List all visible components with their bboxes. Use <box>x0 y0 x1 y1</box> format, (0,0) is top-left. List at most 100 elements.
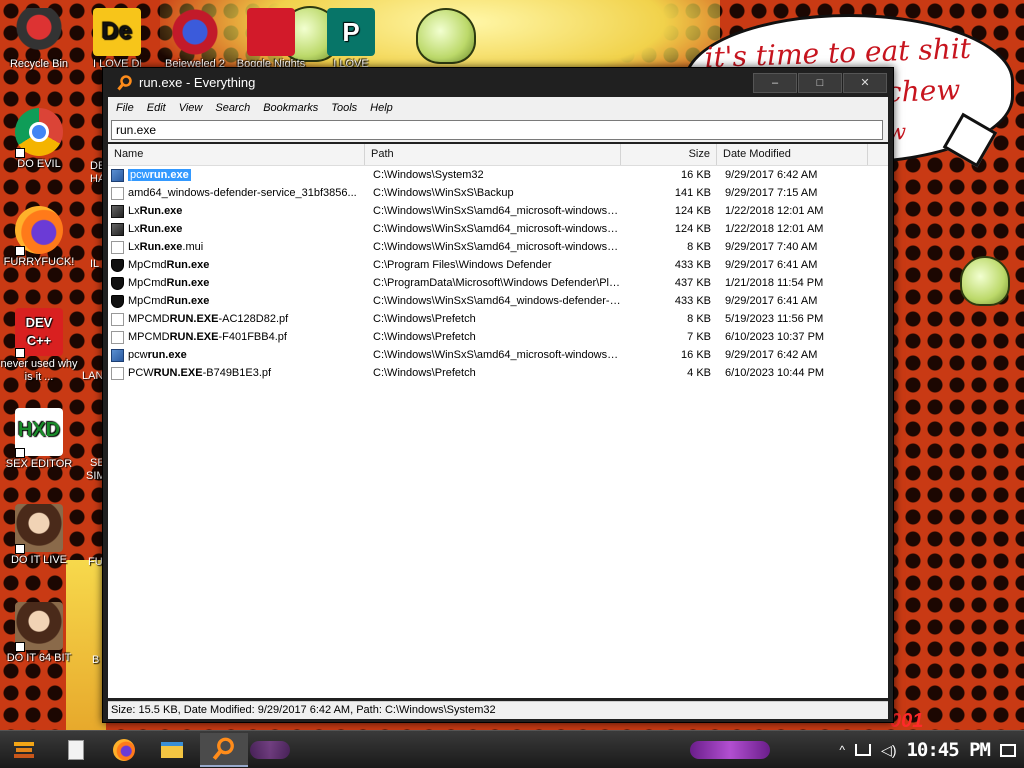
cell-date: 9/29/2017 6:42 AM <box>725 169 818 181</box>
desktop-icon-furryfuck[interactable]: FURRYFUCK! <box>0 206 78 269</box>
menu-edit[interactable]: Edit <box>147 102 166 114</box>
menu-help[interactable]: Help <box>370 102 393 114</box>
list-rows: pcwrun.exe C:\Windows\System32 16 KB 9/29/2… <box>108 166 888 382</box>
taskbar-firefox[interactable] <box>104 733 144 767</box>
speaker-icon[interactable]: ◁) <box>881 742 896 759</box>
network-icon[interactable] <box>855 744 872 756</box>
maximize-button[interactable]: □ <box>798 72 842 93</box>
table-row[interactable]: MPCMDRUN.EXE-AC128D82.pf C:\Windows\Prefe… <box>108 310 888 328</box>
file-name-prefix: Lx <box>128 223 140 235</box>
table-row[interactable]: MPCMDRUN.EXE-F401FBB4.pf C:\Windows\Prefe… <box>108 328 888 346</box>
results-list[interactable]: Name Path Size Date Modified pcwrun.exe C… <box>108 144 888 698</box>
cell-date: 1/21/2018 11:54 PM <box>725 277 824 289</box>
file-name-suffix: .mui <box>182 241 204 253</box>
table-row[interactable]: pcwrun.exe C:\Windows\WinSxS\amd64_micros… <box>108 346 888 364</box>
file-name-match: Run.exe <box>166 295 210 307</box>
partial-icon-label[interactable]: FU <box>88 556 103 568</box>
everything-window[interactable]: run.exe - Everything – □ ✕ File Edit Vie… <box>102 67 894 723</box>
system-tray: ^ ◁) 10:45 PM <box>839 735 1016 765</box>
clock[interactable]: 10:45 PM <box>906 739 991 761</box>
minimize-button[interactable]: – <box>753 72 797 93</box>
desktop-icon-devcpp[interactable]: DEV C++ never used why is it ... <box>0 308 78 384</box>
desktop-icon-label: SEX EDITOR <box>5 458 73 470</box>
desktop-icon-do-evil[interactable]: DO EVIL <box>0 108 78 171</box>
search-input[interactable] <box>111 120 883 140</box>
file-name-match: Run.exe <box>166 277 210 289</box>
table-row[interactable]: LxRun.exe C:\Windows\WinSxS\amd64_microso… <box>108 220 888 238</box>
cell-date: 9/29/2017 7:40 AM <box>725 241 818 253</box>
file-icon <box>111 294 124 308</box>
desktop-icon-do-it-64-bit[interactable]: DO IT 64 BIT <box>0 602 78 665</box>
close-button[interactable]: ✕ <box>843 72 887 93</box>
desktop-icon-bejeweled[interactable]: Bejeweled 2 <box>156 8 234 71</box>
file-name-match: Run.exe <box>139 205 183 217</box>
start-button[interactable] <box>8 733 40 767</box>
taskbar-file-explorer[interactable] <box>152 733 192 767</box>
cell-name: MPCMDRUN.EXE-F401FBB4.pf <box>108 330 365 344</box>
table-row[interactable]: MpCmdRun.exe C:\ProgramData\Microsoft\Win… <box>108 274 888 292</box>
desktop-icon-recycle-bin[interactable]: Recycle Bin <box>0 8 78 71</box>
cell-name: MpCmdRun.exe <box>108 276 365 290</box>
cell-size: 16 KB <box>681 169 711 181</box>
table-row[interactable]: MpCmdRun.exe C:\Program Files\Windows Def… <box>108 256 888 274</box>
column-header-size[interactable]: Size <box>621 144 717 165</box>
cell-date: 6/10/2023 10:44 PM <box>725 367 825 379</box>
cell-size: 433 KB <box>674 295 711 307</box>
wallpaper-character <box>416 8 476 64</box>
table-row[interactable]: amd64_windows-defender-service_31bf3856.… <box>108 184 888 202</box>
taskbar-decoration <box>690 741 770 759</box>
portrait-icon <box>15 602 63 652</box>
cell-path: C:\Windows\WinSxS\amd64_microsoft-window… <box>373 241 621 253</box>
file-icon <box>111 204 124 218</box>
table-row[interactable]: LxRun.exe C:\Windows\WinSxS\amd64_microso… <box>108 202 888 220</box>
cell-size: 8 KB <box>687 241 711 253</box>
cell-date: 5/19/2023 11:56 PM <box>725 313 824 325</box>
shortcut-arrow-icon <box>15 348 25 358</box>
chevron-up-icon[interactable]: ^ <box>839 743 845 757</box>
file-icon <box>111 258 124 272</box>
cell-path: C:\Program Files\Windows Defender <box>373 259 552 271</box>
table-row[interactable]: MpCmdRun.exe C:\Windows\WinSxS\amd64_wind… <box>108 292 888 310</box>
devcpp-icon: DEV C++ <box>15 308 63 358</box>
menu-tools[interactable]: Tools <box>331 102 357 114</box>
column-header-name[interactable]: Name <box>108 144 365 165</box>
table-row[interactable]: PCWRUN.EXE-B749B1E3.pf C:\Windows\Prefetc… <box>108 364 888 382</box>
menu-bookmarks[interactable]: Bookmarks <box>263 102 318 114</box>
cell-name: pcwrun.exe <box>108 348 365 362</box>
file-icon <box>111 348 124 362</box>
partial-icon-label[interactable]: IL <box>90 258 99 270</box>
file-name: pcwrun.exe <box>128 169 191 181</box>
desktop-icon-boggle[interactable]: Boggle Nights <box>232 8 310 71</box>
file-name-prefix: MPCMD <box>128 331 170 343</box>
file-name-suffix: -F401FBB4.pf <box>218 331 287 343</box>
file-name-prefix: MpCmd <box>128 277 167 289</box>
partial-icon-label[interactable]: LAN <box>82 370 103 382</box>
action-center-icon[interactable] <box>1000 743 1016 757</box>
file-name-prefix: MPCMD <box>128 313 170 325</box>
portrait-icon <box>15 504 63 554</box>
desktop-icon-publisher[interactable]: P I LOVE <box>312 8 390 71</box>
partial-icon-label[interactable]: B <box>92 654 99 666</box>
file-name-prefix: amd64_windows-defender-service_31bf3856.… <box>128 187 357 199</box>
cell-date: 9/29/2017 6:42 AM <box>725 349 818 361</box>
cell-date: 9/29/2017 6:41 AM <box>725 259 818 271</box>
menu-file[interactable]: File <box>116 102 134 114</box>
taskbar-everything[interactable] <box>200 733 248 767</box>
cell-path: C:\Windows\Prefetch <box>373 331 476 343</box>
table-row[interactable]: pcwrun.exe C:\Windows\System32 16 KB 9/29/2… <box>108 166 888 184</box>
desktop-icon-sex-editor[interactable]: HXD SEX EDITOR <box>0 408 78 471</box>
window-titlebar[interactable]: run.exe - Everything – □ ✕ <box>103 68 893 97</box>
table-row[interactable]: LxRun.exe.mui C:\Windows\WinSxS\amd64_mic… <box>108 238 888 256</box>
column-header-date-modified[interactable]: Date Modified <box>717 144 868 165</box>
shortcut-arrow-icon <box>15 642 25 652</box>
file-name-match: RUN.EXE <box>169 331 219 343</box>
desktop-icon-do-it-live[interactable]: DO IT LIVE <box>0 504 78 567</box>
taskbar-file[interactable] <box>56 733 96 767</box>
magnifier-icon <box>212 737 234 760</box>
column-header-path[interactable]: Path <box>365 144 621 165</box>
menu-view[interactable]: View <box>179 102 203 114</box>
desktop-icon-i-love-det[interactable]: De I LOVE DET <box>78 8 156 71</box>
file-icon <box>111 276 124 290</box>
cell-path: C:\Windows\System32 <box>373 169 484 181</box>
menu-search[interactable]: Search <box>215 102 250 114</box>
